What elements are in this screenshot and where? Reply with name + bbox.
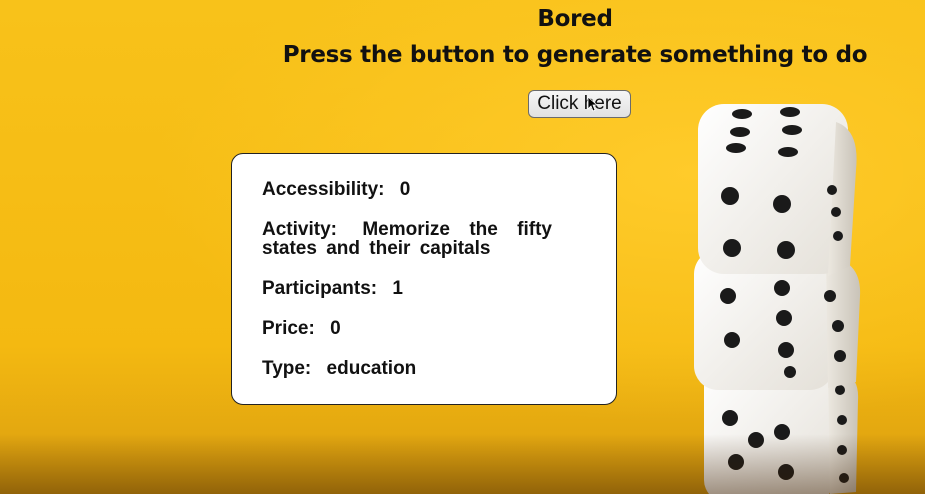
type-value: education bbox=[326, 358, 417, 379]
accessibility-value: 0 bbox=[399, 179, 411, 200]
activity-card: Accessibility: 0 Activity: Memorize the … bbox=[231, 153, 617, 405]
bottom-shadow bbox=[0, 434, 925, 494]
page-subtitle: Press the button to generate something t… bbox=[282, 42, 868, 68]
type-label: Type: bbox=[262, 358, 312, 379]
accessibility-label: Accessibility: bbox=[262, 179, 385, 200]
accessibility-row: Accessibility: 0 bbox=[262, 180, 586, 199]
participants-label: Participants: bbox=[262, 278, 378, 299]
participants-row: Participants: 1 bbox=[262, 279, 586, 298]
generate-activity-button[interactable]: Click here bbox=[528, 90, 631, 118]
price-label: Price: bbox=[262, 318, 315, 339]
price-row: Price: 0 bbox=[262, 319, 586, 338]
type-row: Type: education bbox=[262, 359, 586, 378]
mouse-pointer-icon bbox=[587, 96, 597, 112]
activity-row: Activity: Memorize the fifty states and … bbox=[262, 220, 552, 258]
page-title: Bored bbox=[537, 6, 613, 32]
participants-value: 1 bbox=[392, 278, 403, 299]
price-value: 0 bbox=[330, 318, 341, 339]
activity-label: Activity: bbox=[262, 219, 337, 240]
